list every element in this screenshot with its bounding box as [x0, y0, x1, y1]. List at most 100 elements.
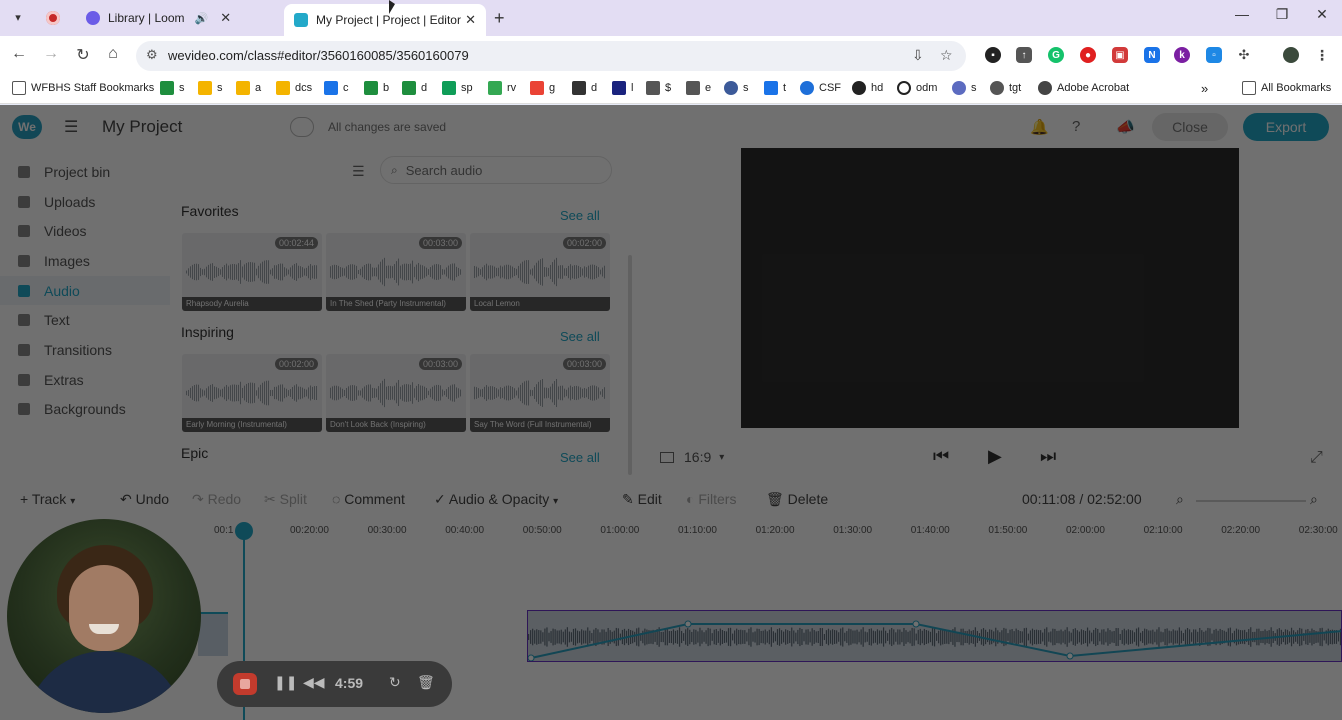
hamburger-menu-icon[interactable]: ☰ — [64, 117, 78, 137]
bookmark-item[interactable]: b — [364, 81, 389, 95]
trash-icon[interactable]: 🗑 — [417, 674, 435, 691]
bookmark-item[interactable]: tgt — [990, 81, 1021, 95]
bookmark-item[interactable]: sp — [442, 81, 473, 95]
sidebar-item-transitions[interactable]: Transitions — [0, 335, 170, 365]
install-app-icon[interactable]: ⇩ — [912, 47, 924, 64]
forward-icon[interactable]: → — [40, 45, 62, 63]
sidebar-item-images[interactable]: Images — [0, 246, 170, 276]
audio-tile[interactable]: 00:03:00 Say The Word (Full Instrumental) — [470, 354, 610, 432]
notification-bell-icon[interactable]: 🔔 — [1030, 118, 1049, 136]
tab-wevideo-editor[interactable]: My Project | Project | Editor | W ✕ — [284, 4, 486, 36]
filters-button[interactable]: ◐ Filters — [686, 491, 736, 507]
speaker-icon[interactable]: 🔊 — [194, 12, 208, 25]
search-input[interactable] — [405, 162, 586, 178]
tab-recording[interactable] — [36, 4, 80, 32]
audio-tile[interactable]: 00:02:00 Early Morning (Instrumental) — [182, 354, 322, 432]
extension-icon[interactable]: ▪ — [985, 47, 1001, 63]
fullscreen-icon[interactable]: ⤢ — [1310, 449, 1323, 467]
envelope-keyframe[interactable] — [528, 654, 535, 661]
new-tab-button[interactable]: + — [494, 8, 505, 28]
playhead-handle[interactable] — [235, 522, 253, 540]
reload-icon[interactable]: ↻ — [72, 45, 94, 65]
bookmark-item[interactable]: s — [724, 81, 749, 95]
sidebar-item-extras[interactable]: Extras — [0, 365, 170, 395]
restart-icon[interactable]: ↻ — [389, 674, 401, 691]
export-button[interactable]: Export — [1243, 113, 1329, 141]
sidebar-item-videos[interactable]: Videos — [0, 216, 170, 246]
bookmark-item[interactable]: c — [324, 81, 349, 95]
bookmark-item[interactable]: s — [952, 81, 977, 95]
split-button[interactable]: ✂ Split — [264, 491, 307, 508]
sidebar-item-project-bin[interactable]: Project bin — [0, 157, 170, 187]
extension-icon[interactable]: ↑ — [1016, 47, 1032, 63]
zoom-slider[interactable] — [1196, 500, 1306, 502]
bookmark-item[interactable]: t — [764, 81, 786, 95]
bookmark-item[interactable]: odm — [897, 81, 937, 95]
envelope-keyframe[interactable] — [912, 620, 920, 628]
see-all-inspiring[interactable]: See all — [560, 329, 600, 344]
bookmark-item[interactable]: g — [530, 81, 555, 95]
home-icon[interactable]: ⌂ — [102, 45, 124, 63]
timeline-ruler[interactable]: 00:1 00:20:00 00:30:00 00:40:00 00:50:00 01:0… — [0, 523, 1342, 543]
sidebar-item-backgrounds[interactable]: Backgrounds — [0, 395, 170, 425]
pause-icon[interactable]: ❚❚ — [274, 674, 297, 691]
bookmark-wfbhs[interactable]: WFBHS Staff Bookmarks — [12, 81, 154, 95]
bookmark-item[interactable]: Adobe Acrobat — [1038, 81, 1129, 95]
minimize-icon[interactable]: — — [1222, 6, 1262, 22]
rewind-icon[interactable]: ◀◀ — [303, 674, 325, 691]
close-tab-icon[interactable]: ✕ — [220, 10, 231, 26]
stop-recording-button[interactable] — [233, 673, 257, 695]
audio-tile[interactable]: 00:03:00 Don't Look Back (Inspiring) — [326, 354, 466, 432]
bookmark-item[interactable]: CSF — [800, 81, 841, 95]
timeline-clip[interactable] — [198, 612, 228, 656]
all-bookmarks[interactable]: All Bookmarks — [1242, 81, 1331, 95]
bookmark-item[interactable]: l — [612, 81, 633, 95]
add-track-button[interactable]: + Track ▾ — [20, 491, 75, 507]
grammarly-icon[interactable]: G — [1048, 47, 1064, 63]
see-all-favorites[interactable]: See all — [560, 208, 600, 223]
extension-n-icon[interactable]: N — [1144, 47, 1160, 63]
aspect-ratio-selector[interactable]: 16:9 ▾ — [660, 449, 724, 465]
audio-tile[interactable]: 00:03:00 In The Shed (Party Instrumental) — [326, 233, 466, 311]
address-bar[interactable]: ⚙ wevideo.com/class#editor/3560160085/35… — [136, 41, 966, 71]
loom-camera-bubble[interactable] — [7, 519, 201, 713]
back-icon[interactable]: ← — [8, 45, 30, 63]
sidebar-item-text[interactable]: Text — [0, 305, 170, 335]
comment-button[interactable]: ◌ Comment — [332, 491, 405, 507]
undo-button[interactable]: ↶ Undo — [120, 491, 169, 508]
envelope-keyframe[interactable] — [1066, 652, 1074, 660]
url-text[interactable]: wevideo.com/class#editor/3560160085/3560… — [168, 48, 469, 63]
audio-tile[interactable]: 00:02:44 Rhapsody Aurelia — [182, 233, 322, 311]
bookmark-item[interactable]: dcs — [276, 81, 312, 95]
wevideo-logo[interactable]: We — [12, 115, 42, 139]
extensions-puzzle-icon[interactable]: ✣ — [1236, 47, 1252, 63]
more-bookmarks-chevron[interactable]: » — [1201, 81, 1208, 96]
play-icon[interactable]: ▶ — [988, 446, 1002, 467]
project-title[interactable]: My Project — [102, 117, 182, 137]
bookmark-star-icon[interactable]: ☆ — [940, 47, 953, 64]
skip-back-icon[interactable]: ⏮ — [933, 446, 949, 467]
tab-search-chevron-icon[interactable]: ▾ — [8, 8, 28, 28]
bookmark-item[interactable]: s — [160, 81, 185, 95]
zoom-out-icon[interactable]: ⌕ — [1176, 491, 1184, 508]
audio-tile[interactable]: 00:02:00 Local Lemon — [470, 233, 610, 311]
close-button[interactable]: Close — [1152, 113, 1228, 141]
maximize-icon[interactable]: ❐ — [1262, 6, 1302, 23]
see-all-epic[interactable]: See all — [560, 450, 600, 465]
video-preview[interactable] — [741, 148, 1239, 428]
extension-off-icon[interactable]: ▣ — [1112, 47, 1128, 63]
bookmark-item[interactable]: s — [198, 81, 223, 95]
zoom-in-icon[interactable]: ⌕ — [1310, 491, 1318, 508]
bookmark-item[interactable]: a — [236, 81, 261, 95]
close-tab-icon[interactable]: ✕ — [465, 12, 476, 28]
screen-capture-icon[interactable]: ▫ — [1206, 47, 1222, 63]
bookmark-item[interactable]: hd — [852, 81, 883, 95]
bookmark-item[interactable]: e — [686, 81, 711, 95]
extension-k-icon[interactable]: k — [1174, 47, 1190, 63]
window-close-icon[interactable]: ✕ — [1302, 6, 1342, 23]
edit-button[interactable]: ✎ Edit — [622, 491, 662, 508]
sidebar-item-uploads[interactable]: Uploads — [0, 187, 170, 217]
adblock-icon[interactable]: ● — [1080, 47, 1096, 63]
bookmark-item[interactable]: d — [402, 81, 427, 95]
browser-menu-icon[interactable]: ⋮ — [1314, 47, 1330, 63]
